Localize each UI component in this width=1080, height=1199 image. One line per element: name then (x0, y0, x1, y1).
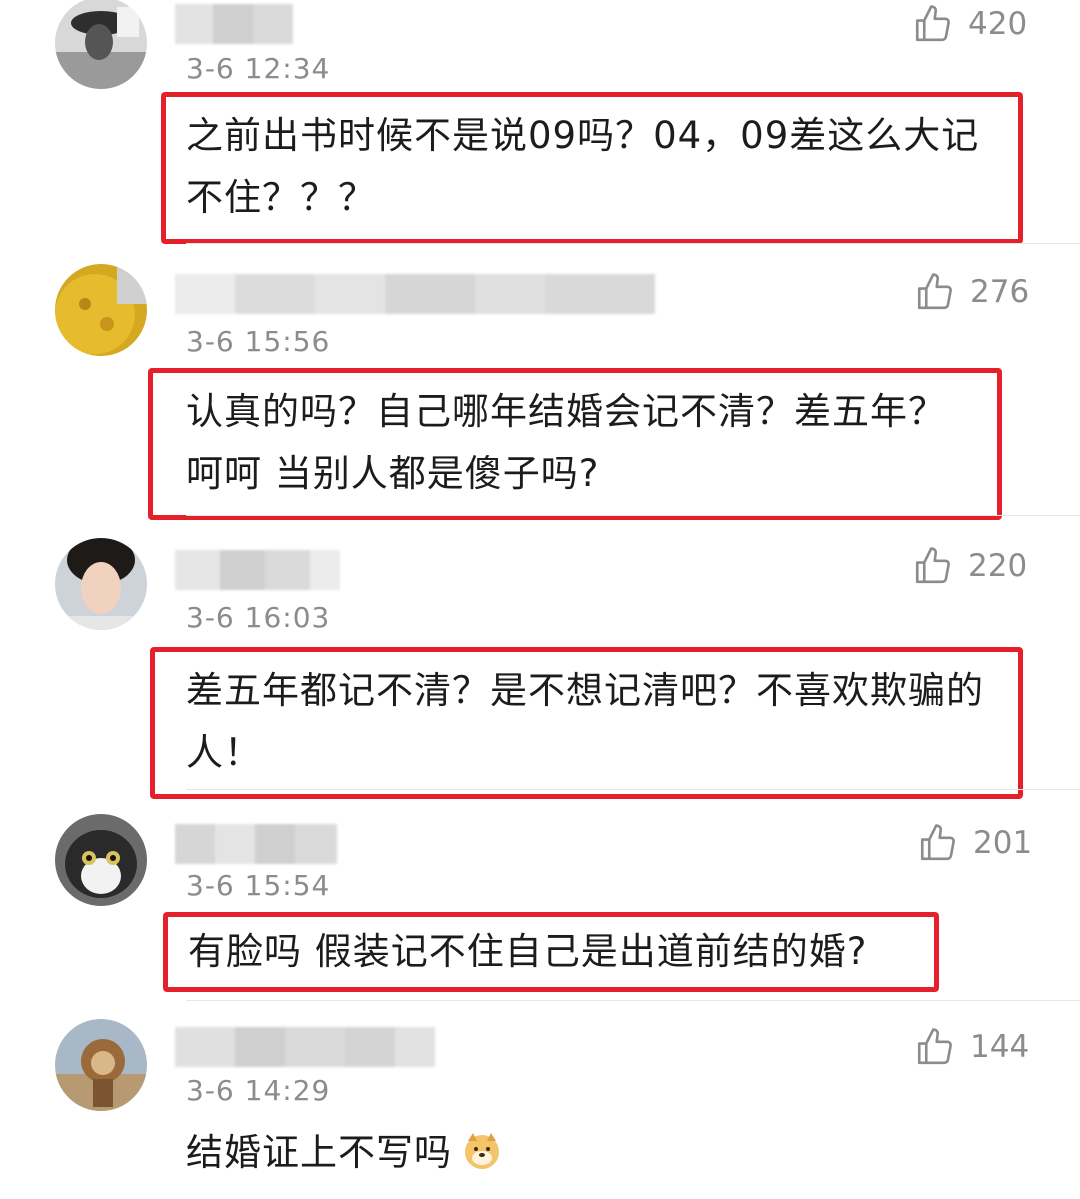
comment-text: 之前出书时候不是说09吗？04，09差这么大记不住？？？ (186, 114, 980, 219)
like-count: 144 (970, 1029, 1030, 1065)
divider (186, 243, 1080, 244)
divider (186, 515, 1080, 516)
like-button[interactable]: 220 (912, 545, 1027, 587)
divider (186, 1000, 1080, 1001)
like-button[interactable]: 420 (912, 3, 1027, 45)
like-count: 276 (970, 274, 1030, 310)
like-count: 220 (968, 548, 1028, 584)
highlight-box: 差五年都记不清？是不想记清吧？不喜欢欺骗的人！ (150, 647, 1023, 799)
like-count: 201 (973, 825, 1033, 861)
avatar[interactable] (55, 814, 147, 906)
comment-text: 有脸吗 假装记不住自己是出道前结的婚? (188, 930, 868, 973)
comment-text: 认真的吗？自己哪年结婚会记不清？差五年？呵呵 当别人都是傻子吗? (186, 390, 946, 495)
divider (186, 789, 1080, 790)
avatar-image (55, 1019, 147, 1111)
username-blurred[interactable] (175, 548, 340, 592)
username-blurred[interactable] (175, 2, 293, 46)
comment-timestamp: 3-6 16:03 (186, 601, 331, 634)
avatar[interactable] (55, 0, 147, 89)
avatar[interactable] (55, 264, 147, 356)
thumbs-up-icon (917, 1028, 952, 1065)
thumbs-up-icon (915, 547, 950, 584)
comment-timestamp: 3-6 14:29 (186, 1074, 331, 1107)
username-blurred[interactable] (175, 272, 655, 316)
comment-timestamp: 3-6 15:54 (186, 869, 331, 902)
avatar[interactable] (55, 1019, 147, 1111)
highlight-box: 认真的吗？自己哪年结婚会记不清？差五年？呵呵 当别人都是傻子吗? (148, 368, 1002, 520)
avatar-image (55, 264, 147, 356)
username-blurred[interactable] (175, 822, 337, 866)
like-button[interactable]: 201 (917, 822, 1032, 864)
thumbs-up-icon (915, 5, 950, 42)
thumbs-up-icon (920, 824, 955, 861)
thumbs-up-icon (917, 273, 952, 310)
like-button[interactable]: 144 (914, 1026, 1029, 1068)
like-button[interactable]: 276 (914, 271, 1029, 313)
comment-text: 结婚证上不写吗 (186, 1131, 452, 1174)
comment-text: 差五年都记不清？是不想记清吧？不喜欢欺骗的人！ (186, 669, 984, 774)
comment-timestamp: 3-6 15:56 (186, 325, 331, 358)
highlight-box: 之前出书时候不是说09吗？04，09差这么大记不住？？？ (161, 92, 1023, 244)
avatar[interactable] (55, 538, 147, 630)
like-count: 420 (968, 6, 1028, 42)
avatar-image (55, 538, 147, 630)
doge-emoji-icon (465, 1133, 499, 1169)
comment-text-row: 结婚证上不写吗 (186, 1122, 1004, 1184)
avatar-image (55, 0, 147, 89)
highlight-box: 有脸吗 假装记不住自己是出道前结的婚? (163, 912, 939, 992)
avatar-image (55, 814, 147, 906)
comment-timestamp: 3-6 12:34 (186, 52, 331, 85)
username-blurred[interactable] (175, 1025, 435, 1069)
